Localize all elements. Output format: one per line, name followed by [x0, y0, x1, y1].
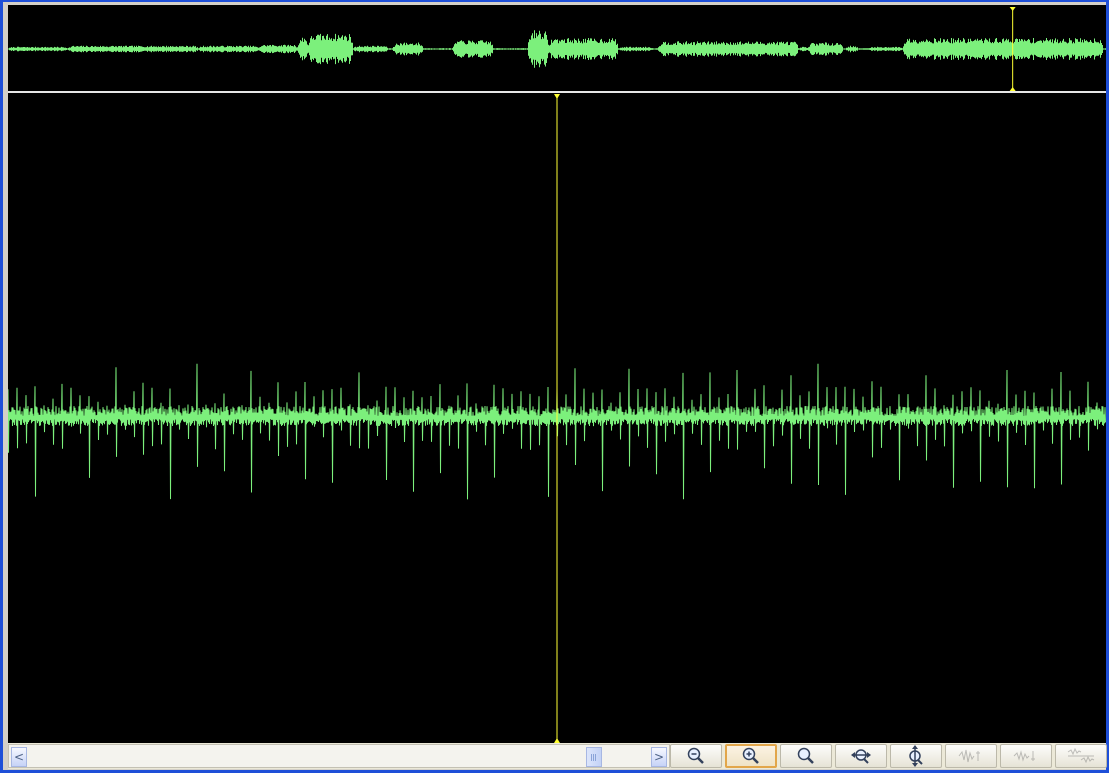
detail-waveform-canvas[interactable] — [8, 93, 1106, 743]
horizontal-arrows-icon — [851, 749, 871, 764]
fit-vertical-button[interactable] — [890, 744, 942, 768]
zoom-out-button[interactable] — [670, 744, 722, 768]
chevron-right-icon: > — [653, 750, 665, 764]
fit-horizontal-button[interactable] — [835, 744, 887, 768]
chevron-left-icon: < — [13, 750, 25, 764]
detail-playhead-top-marker — [554, 94, 560, 99]
vertical-zoom-out-button[interactable] — [1000, 744, 1052, 768]
vertical-arrows-icon — [909, 745, 923, 767]
waveform-expand-icon — [958, 749, 980, 763]
magnifier-minus-icon — [687, 747, 704, 764]
overview-waveform-panel[interactable] — [8, 5, 1106, 91]
waveform-editor-window: < > — [0, 0, 1109, 773]
scroll-right-button[interactable]: > — [651, 747, 667, 767]
bottom-bar: < > — [8, 743, 1107, 769]
overview-waveform-canvas[interactable] — [8, 5, 1106, 91]
magnifier-plus-icon — [742, 747, 759, 764]
overview-waveform — [8, 30, 1106, 68]
split-waveform-button[interactable] — [1055, 744, 1107, 768]
horizontal-scrollbar[interactable]: < > — [8, 744, 670, 768]
waveform-shrink-icon — [1013, 750, 1035, 762]
overview-playhead-top-marker — [1009, 7, 1016, 11]
detail-waveform-panel[interactable] — [8, 93, 1106, 743]
scrollbar-thumb[interactable] — [586, 747, 602, 767]
scroll-left-button[interactable]: < — [11, 747, 27, 767]
dual-waveform-icon — [1067, 747, 1095, 764]
zoom-selection-button[interactable] — [780, 744, 832, 768]
magnifier-icon — [797, 747, 814, 764]
zoom-in-button[interactable] — [725, 744, 777, 768]
vertical-zoom-in-button[interactable] — [945, 744, 997, 768]
